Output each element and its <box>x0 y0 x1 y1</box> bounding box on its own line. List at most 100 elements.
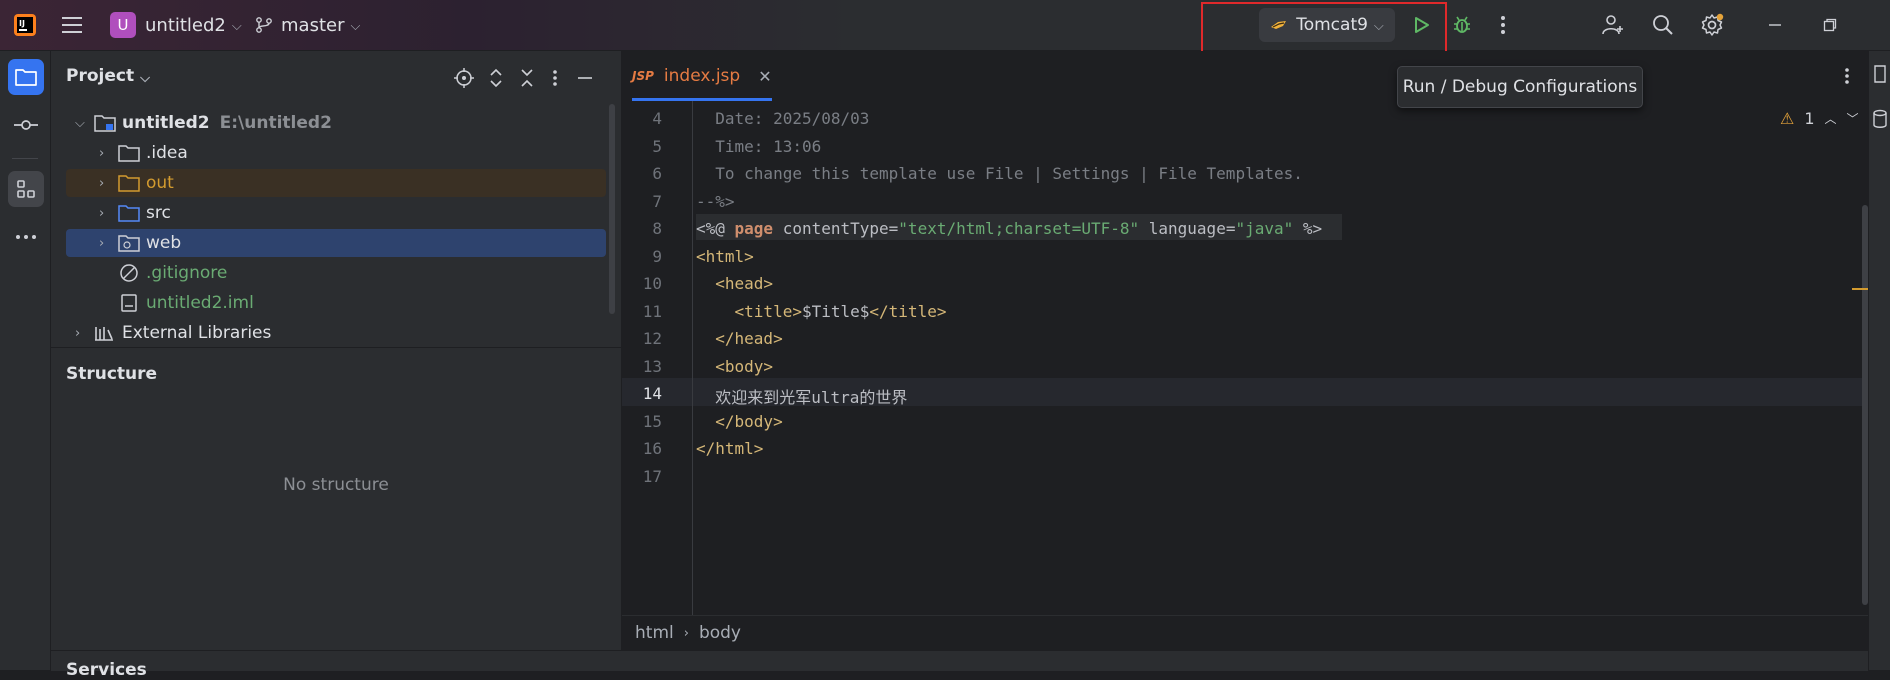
project-avatar: U <box>110 12 136 38</box>
chevron-right-icon[interactable]: › <box>99 236 104 251</box>
services-panel-header[interactable]: Services <box>51 650 1868 680</box>
warning-icon: ⚠ <box>1780 109 1795 128</box>
code-token: page <box>734 219 774 238</box>
more-tool-windows-button[interactable] <box>8 219 44 255</box>
code-line: Date: 2025/08/03 <box>696 109 870 128</box>
main-menu-icon[interactable] <box>62 0 84 50</box>
debug-button[interactable] <box>1447 10 1477 40</box>
code-line: </body> <box>696 412 783 431</box>
tree-item-src[interactable]: › src <box>66 199 606 227</box>
code-token: "java" <box>1235 219 1294 238</box>
breadcrumb-item-body[interactable]: body <box>699 623 741 643</box>
panel-divider[interactable] <box>51 347 621 348</box>
web-folder-icon <box>118 235 140 252</box>
code-token: <title> <box>696 302 802 321</box>
line-number-current: 14 <box>642 384 662 403</box>
code-token: language= <box>1139 219 1236 238</box>
bug-icon <box>1454 16 1470 33</box>
tree-item-label: untitled2 <box>122 113 210 133</box>
tree-item-external-libraries[interactable]: › External Libraries <box>66 319 606 347</box>
minimize-icon <box>1769 24 1781 26</box>
iml-file-icon <box>121 294 137 312</box>
select-opened-file-button[interactable] <box>451 65 477 91</box>
tree-item-label: src <box>146 203 171 223</box>
line-number: 13 <box>642 357 662 376</box>
empty-structure-text: No structure <box>283 475 389 495</box>
code-editor[interactable]: 4 5 6 7 8 9 10 11 12 13 14 15 16 17 Date… <box>622 101 1868 615</box>
code-line: To change this template use File | Setti… <box>696 164 1303 183</box>
code-line: <title>$Title$</title> <box>696 302 947 321</box>
tree-item-out[interactable]: › out <box>66 169 606 197</box>
tree-item-idea[interactable]: › .idea <box>66 139 606 167</box>
chevron-right-icon: › <box>683 625 689 641</box>
code-token: %> <box>1293 219 1323 238</box>
ignore-file-icon <box>120 264 138 282</box>
line-number: 16 <box>642 439 662 458</box>
breadcrumb: html › body <box>622 615 1868 650</box>
tree-item-untitled2[interactable]: ⌵ untitled2 E:\untitled2 <box>66 109 606 137</box>
database-icon[interactable] <box>1871 106 1889 132</box>
search-everywhere-button[interactable] <box>1648 10 1678 40</box>
code-token: contentType= <box>773 219 899 238</box>
tree-item-iml[interactable]: untitled2.iml <box>66 289 606 317</box>
code-line: <html> <box>696 247 754 266</box>
tool-window-stripe <box>0 51 51 670</box>
tab-index-jsp[interactable]: JSP index.jsp ✕ <box>632 51 772 101</box>
gear-icon <box>1701 13 1724 36</box>
chevron-right-icon[interactable]: › <box>99 146 104 161</box>
inspection-widget[interactable]: ⚠ 1 ︿ ﹀ <box>1780 109 1859 128</box>
close-icon[interactable]: ✕ <box>758 67 771 86</box>
chevron-right-icon[interactable]: › <box>99 206 104 221</box>
chevron-right-icon[interactable]: › <box>99 176 104 191</box>
breadcrumb-item-html[interactable]: html <box>635 623 674 643</box>
tree-item-label: untitled2.iml <box>146 293 254 313</box>
tree-item-web[interactable]: › web <box>66 229 606 257</box>
minimize-window-button[interactable] <box>1760 10 1790 40</box>
tree-item-gitignore[interactable]: .gitignore <box>66 259 606 287</box>
project-scrollbar[interactable] <box>609 104 615 314</box>
crosshair-icon <box>454 68 474 88</box>
line-number: 7 <box>652 192 662 211</box>
project-panel: Project ⌵ ⌵ untitled2 E:\untitled2 › .idea… <box>51 51 622 670</box>
project-panel-title[interactable]: Project ⌵ <box>66 66 150 86</box>
structure-tool-button[interactable] <box>8 171 44 207</box>
settings-button[interactable] <box>1697 10 1727 40</box>
project-tool-button[interactable] <box>8 59 44 95</box>
chevron-down-icon[interactable]: ⌵ <box>75 116 85 131</box>
tree-item-label: External Libraries <box>122 323 272 343</box>
project-selector[interactable]: U untitled2 ⌵ <box>110 0 242 50</box>
line-number: 5 <box>652 137 662 156</box>
restore-window-button[interactable] <box>1815 10 1845 40</box>
add-user-icon <box>1602 15 1623 35</box>
vcs-branch-selector[interactable]: master ⌵ <box>255 0 360 50</box>
collapse-all-button[interactable] <box>514 65 540 91</box>
commit-tool-button[interactable] <box>8 107 44 143</box>
code-with-me-button[interactable] <box>1598 10 1628 40</box>
warning-marker[interactable] <box>1852 288 1868 290</box>
jsp-file-icon: JSP <box>632 69 654 83</box>
project-options-button[interactable] <box>545 65 565 91</box>
branch-icon <box>256 17 272 33</box>
right-tool-stripe <box>1868 51 1890 670</box>
highlight-annotation-box <box>1201 2 1447 57</box>
editor-tab-bar: JSP index.jsp ✕ <box>622 51 1868 102</box>
chevron-right-icon[interactable]: › <box>75 326 80 341</box>
services-panel-title: Services <box>66 660 147 680</box>
hide-panel-button[interactable] <box>572 65 598 91</box>
code-line: </head> <box>696 329 783 348</box>
project-name: untitled2 <box>145 14 226 36</box>
chevron-down-icon: ⌵ <box>350 18 361 34</box>
line-number: 11 <box>642 302 662 321</box>
line-number: 9 <box>652 247 662 266</box>
editor-tab-options-button[interactable] <box>1837 63 1857 89</box>
run-debug-tooltip: Run / Debug Configurations <box>1397 66 1643 108</box>
chevron-up-icon[interactable]: ︿ <box>1825 110 1837 127</box>
collapse-all-icon <box>521 69 533 87</box>
more-actions-button[interactable] <box>1490 10 1516 40</box>
code-line: 欢迎来到光军ultra的世界 <box>696 388 908 407</box>
ide-logo-icon[interactable]: IJ <box>12 0 38 50</box>
chevron-down-icon[interactable]: ﹀ <box>1847 110 1859 127</box>
expand-all-button[interactable] <box>483 65 509 91</box>
tree-item-label: .gitignore <box>146 263 228 283</box>
notifications-icon[interactable] <box>1871 61 1889 87</box>
